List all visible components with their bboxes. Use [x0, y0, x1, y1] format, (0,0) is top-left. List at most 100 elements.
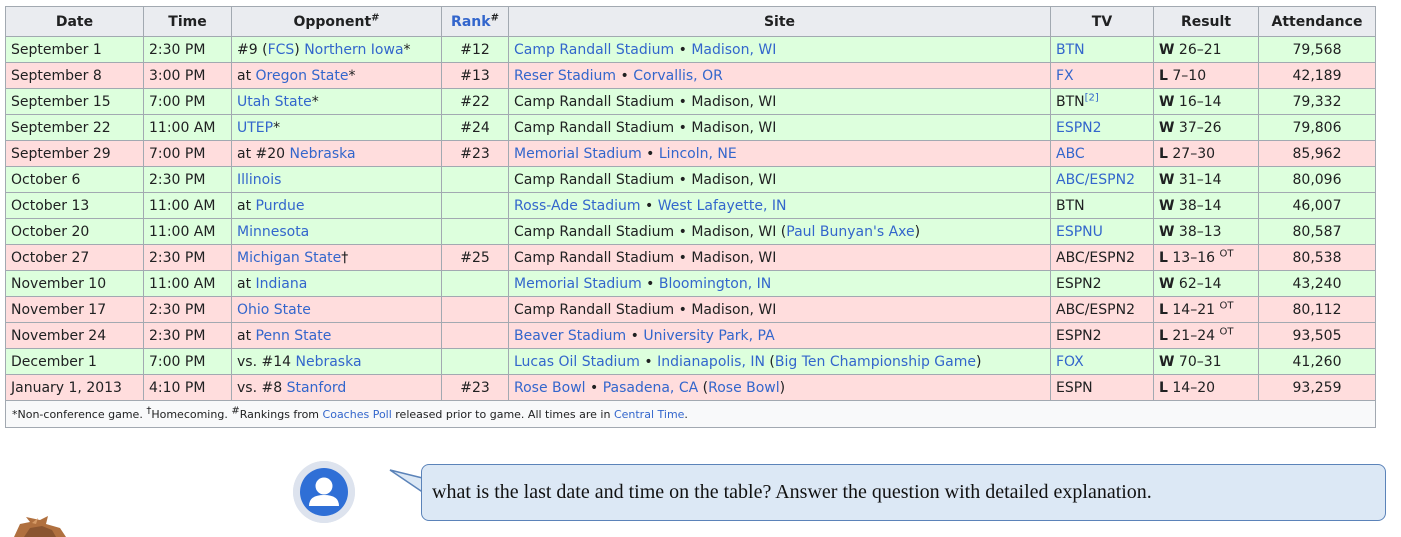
result-letter: L [1159, 145, 1168, 162]
tv-cell: ESPN [1050, 374, 1154, 401]
header-rank[interactable]: Rank# [441, 6, 509, 37]
site-note-link[interactable]: Paul Bunyan's Axe [786, 224, 914, 240]
result-score: 37–26 [1178, 119, 1222, 136]
stadium-link[interactable]: Reser Stadium [514, 68, 616, 84]
opponent-cell: at Oregon State* [231, 62, 442, 89]
site-cell: Camp Randall Stadium • Madison, WI [508, 166, 1051, 193]
city-link[interactable]: Madison, WI [691, 42, 776, 58]
site-separator: • [674, 301, 692, 318]
tv-cell: ABC/ESPN2 [1050, 296, 1154, 323]
header-result: Result [1153, 6, 1259, 37]
stadium-link[interactable]: Rose Bowl [514, 380, 586, 396]
opponent-link[interactable]: Penn State [256, 328, 332, 344]
site-note-link[interactable]: Rose Bowl [708, 380, 780, 396]
opponent-link[interactable]: Utah State [237, 94, 312, 110]
city-link[interactable]: Bloomington, IN [659, 276, 771, 292]
site-note-link[interactable]: Big Ten Championship Game [775, 354, 976, 370]
city-link[interactable]: Indianapolis, IN [657, 354, 765, 370]
stadium-link[interactable]: Lucas Oil Stadium [514, 354, 640, 370]
opponent-link[interactable]: Nebraska [290, 146, 356, 162]
site-separator: • [639, 353, 658, 370]
opponent-link[interactable]: UTEP [237, 120, 273, 136]
opponent-cell: at Indiana [231, 270, 442, 297]
schedule-body: September 1 2:30 PM #9 (FCS) Northern Iowa… [5, 36, 1376, 401]
result-cell: L 21–24 OT [1153, 322, 1259, 349]
table-row: December 1 7:00 PM vs. #14 Nebraska Lucas O… [5, 348, 1376, 375]
date-cell: September 22 [5, 114, 144, 141]
result-letter: L [1159, 249, 1168, 266]
result-cell: W 62–14 [1153, 270, 1259, 297]
opponent-cell: Ohio State [231, 296, 442, 323]
site-cell: Rose Bowl • Pasadena, CA (Rose Bowl) [508, 374, 1051, 401]
central-time-link[interactable]: Central Time [614, 408, 684, 421]
header-row: Date Time Opponent# Rank# Site TV Result… [5, 6, 1376, 37]
site-cell: Beaver Stadium • University Park, PA [508, 322, 1051, 349]
tv-citation-link[interactable]: [2] [1085, 92, 1099, 103]
result-letter: W [1159, 197, 1175, 214]
attendance-cell: 93,505 [1258, 322, 1376, 349]
opponent-prefix: at [237, 275, 256, 292]
tv-cell: BTN[2] [1050, 88, 1154, 115]
opponent-cell: at #20 Nebraska [231, 140, 442, 167]
tv-network[interactable]: ESPN2 [1056, 120, 1102, 136]
header-attendance: Attendance [1258, 6, 1376, 37]
tv-network[interactable]: ABC [1056, 146, 1085, 162]
city-link: Madison, WI [691, 93, 777, 110]
attendance-cell: 80,112 [1258, 296, 1376, 323]
tv-network[interactable]: ABC/ESPN2 [1056, 172, 1135, 188]
tv-network[interactable]: BTN [1056, 42, 1085, 58]
city-link[interactable]: Pasadena, CA [603, 380, 698, 396]
opponent-link[interactable]: Minnesota [237, 224, 309, 240]
result-letter: W [1159, 275, 1175, 292]
rank-cell [441, 218, 509, 245]
result-letter: L [1159, 67, 1168, 84]
rank-cell: #13 [441, 62, 509, 89]
tv-network[interactable]: FX [1056, 68, 1074, 84]
opponent-link[interactable]: Michigan State [237, 250, 341, 266]
stadium-link[interactable]: Camp Randall Stadium [514, 42, 674, 58]
coaches-poll-link[interactable]: Coaches Poll [323, 408, 392, 421]
opponent-link[interactable]: Ohio State [237, 302, 311, 318]
result-cell: L 14–20 [1153, 374, 1259, 401]
result-score: 38–13 [1178, 223, 1222, 240]
date-cell: November 17 [5, 296, 144, 323]
opponent-link[interactable]: Nebraska [295, 354, 361, 370]
result-score: 62–14 [1178, 275, 1222, 292]
stadium-link[interactable]: Memorial Stadium [514, 146, 642, 162]
footnote-row: *Non-conference game. †Homecoming. #Rank… [5, 400, 1376, 428]
date-cell: October 6 [5, 166, 144, 193]
attendance-cell: 79,806 [1258, 114, 1376, 141]
time-cell: 11:00 AM [143, 192, 232, 219]
city-link[interactable]: Corvallis, OR [633, 68, 723, 84]
date-cell: October 27 [5, 244, 144, 271]
result-letter: L [1159, 379, 1168, 396]
result-score: 13–16 [1172, 249, 1216, 266]
assistant-mascot-icon [12, 514, 72, 537]
stadium-link[interactable]: Beaver Stadium [514, 328, 626, 344]
time-cell: 4:10 PM [143, 374, 232, 401]
tv-network[interactable]: ESPNU [1056, 224, 1103, 240]
time-cell: 2:30 PM [143, 322, 232, 349]
opponent-cell: Minnesota [231, 218, 442, 245]
opponent-link[interactable]: Purdue [256, 198, 305, 214]
opponent-link[interactable]: Indiana [256, 276, 308, 292]
footnote-hash: # [231, 404, 240, 416]
date-cell: September 8 [5, 62, 144, 89]
rank-cell: #22 [441, 88, 509, 115]
tv-cell: FOX [1050, 348, 1154, 375]
city-link[interactable]: Lincoln, NE [659, 146, 737, 162]
result-score: 16–14 [1178, 93, 1222, 110]
result-cell: W 37–26 [1153, 114, 1259, 141]
header-rank-link[interactable]: Rank [451, 14, 491, 30]
opponent-link[interactable]: Illinois [237, 172, 281, 188]
opponent-link[interactable]: Oregon State [256, 68, 349, 84]
city-link[interactable]: West Lafayette, IN [658, 198, 787, 214]
opponent-link[interactable]: Stanford [287, 380, 347, 396]
fcs-link[interactable]: FCS [268, 42, 295, 58]
city-link[interactable]: University Park, PA [643, 328, 774, 344]
stadium-link[interactable]: Memorial Stadium [514, 276, 642, 292]
opponent-link[interactable]: Northern Iowa [304, 42, 403, 58]
stadium-link[interactable]: Ross-Ade Stadium [514, 198, 641, 214]
user-icon [293, 461, 355, 523]
tv-network[interactable]: FOX [1056, 354, 1084, 370]
